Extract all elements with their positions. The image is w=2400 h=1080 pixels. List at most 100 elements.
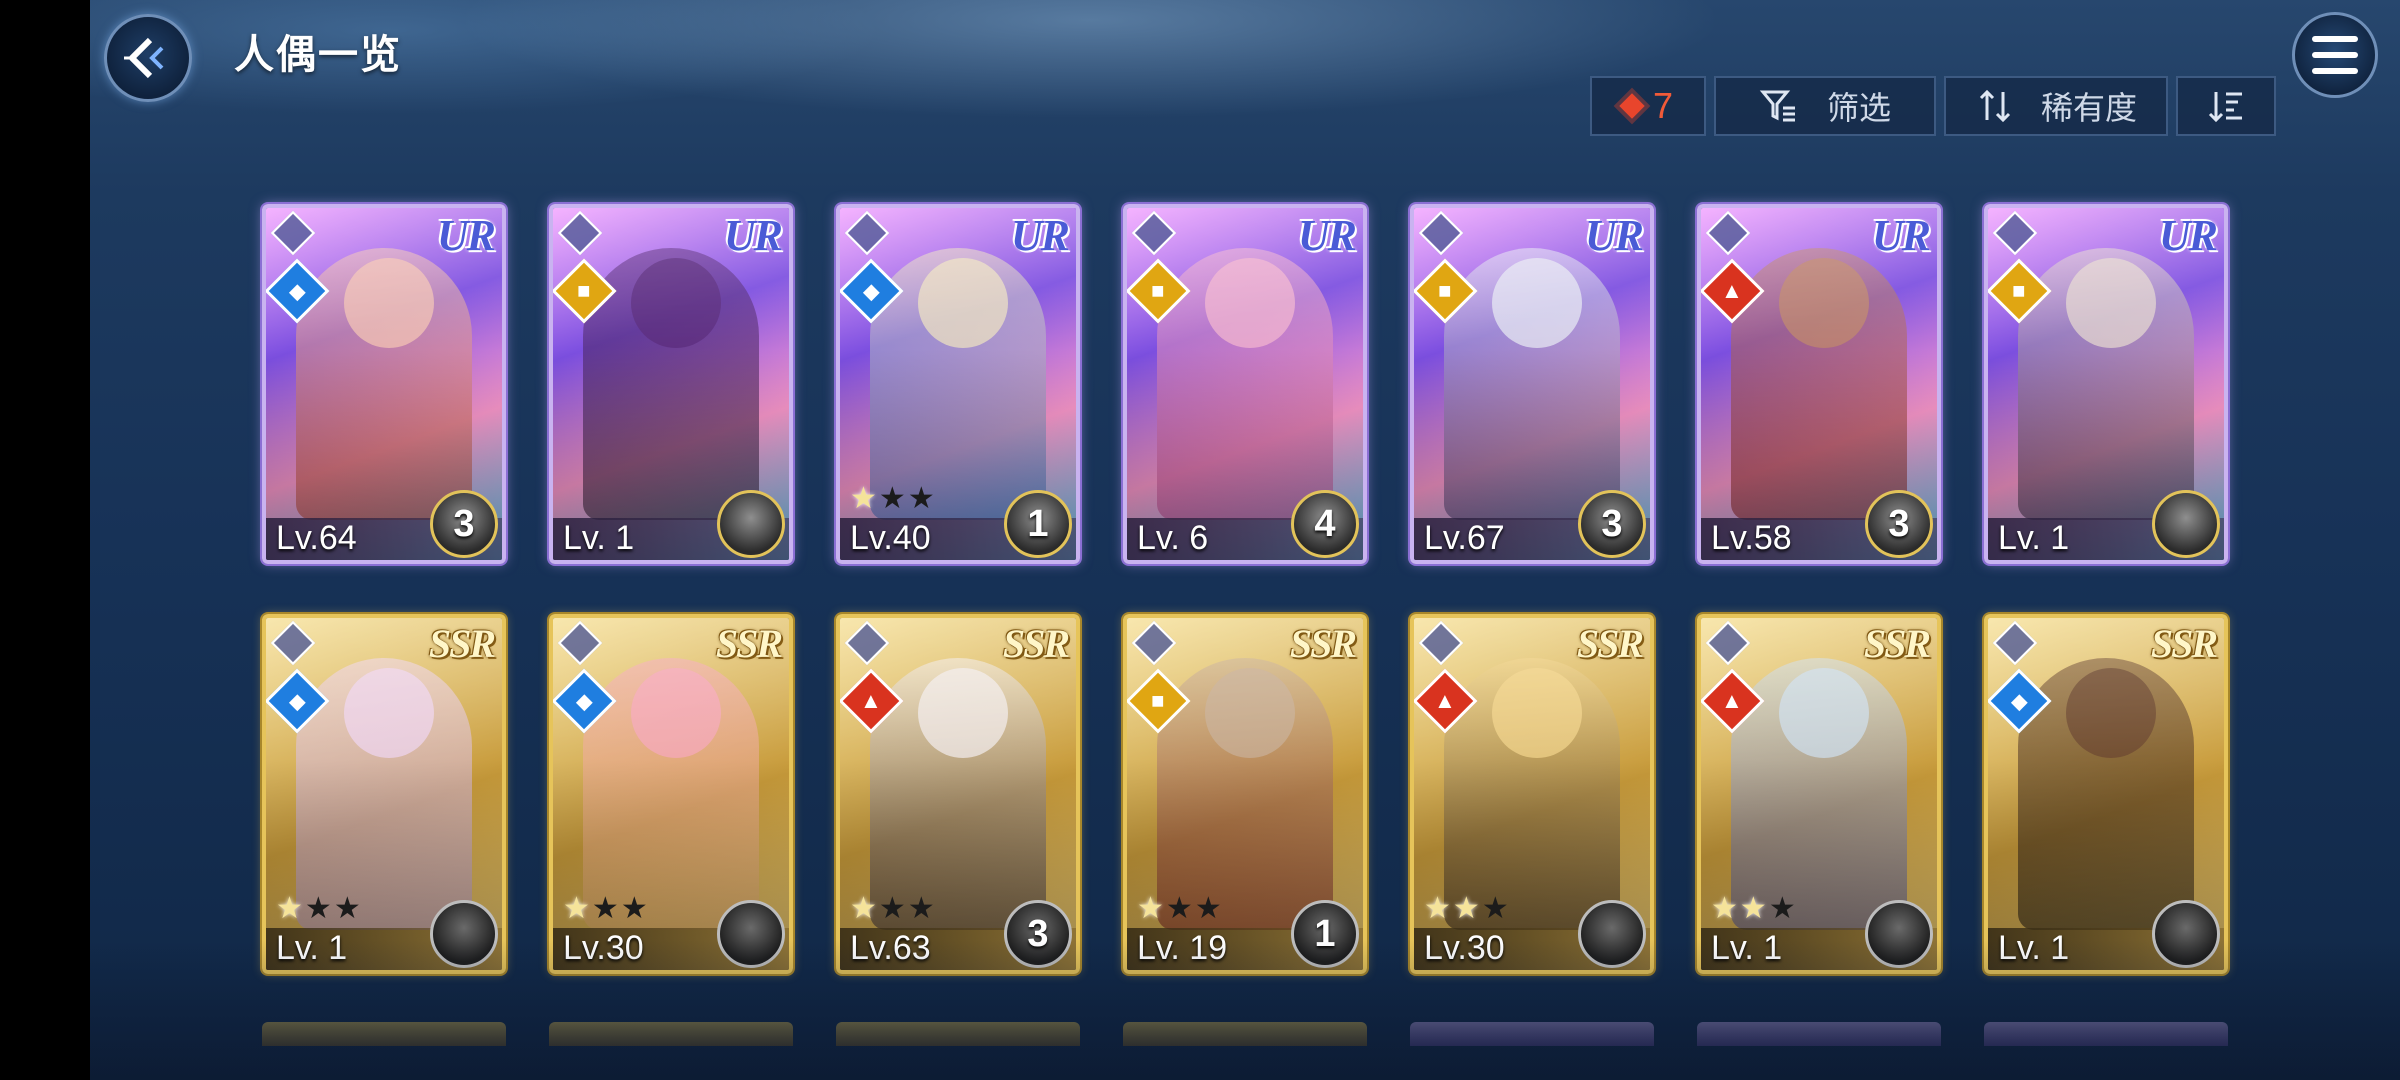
- star-icon: ★: [1165, 892, 1193, 925]
- next-row-card[interactable]: [549, 1022, 793, 1046]
- star-icon: ★: [1739, 892, 1767, 925]
- awaken-count: 3: [453, 502, 475, 545]
- rarity-label: UR: [723, 211, 783, 260]
- currency-count[interactable]: 7: [1590, 76, 1706, 136]
- character-card[interactable]: ▲ SSR ★ ★ ★ Lv. 1: [1697, 614, 1941, 974]
- star-icon: ★: [591, 892, 619, 925]
- rarity-label: SSR: [1576, 621, 1644, 666]
- next-row-card[interactable]: [1984, 1022, 2228, 1046]
- awaken-badge-icon: 3: [430, 490, 498, 558]
- character-card[interactable]: ◆ SSR ★ ★ ★ Lv.30: [549, 614, 793, 974]
- level-label: Lv.58: [1711, 519, 1792, 557]
- character-list-screen: 人偶一览 7 筛选 稀有度 ◆ UR Lv.64 3 ■ UR Lv. 1 ◆ …: [90, 0, 2400, 1080]
- awaken-badge-icon: [1578, 900, 1646, 968]
- star-icon: ★: [907, 892, 935, 925]
- sort-arrows-icon: [1979, 89, 2011, 123]
- star-icon: ★: [907, 482, 935, 515]
- star-icon: ★: [1137, 892, 1164, 925]
- rarity-label: UR: [1010, 211, 1070, 260]
- character-card[interactable]: ◆ SSR ★ ★ ★ Lv. 1: [262, 614, 506, 974]
- next-row-card[interactable]: [836, 1022, 1080, 1046]
- level-label: Lv.30: [563, 929, 644, 967]
- rarity-label: SSR: [1289, 621, 1357, 666]
- awaken-badge-icon: 1: [1004, 490, 1072, 558]
- level-label: Lv. 1: [1711, 929, 1783, 967]
- rarity-label: UR: [1871, 211, 1931, 260]
- level-label: Lv. 1: [1998, 519, 2070, 557]
- hamburger-icon: [2312, 36, 2358, 74]
- star-rating: ★ ★ ★: [1711, 891, 1796, 926]
- back-button[interactable]: [104, 14, 192, 102]
- left-black-bar: [0, 0, 90, 1080]
- awaken-badge-icon: [2152, 900, 2220, 968]
- character-card[interactable]: ■ UR Lv. 64: [1123, 204, 1367, 564]
- star-icon: ★: [1711, 892, 1738, 925]
- star-icon: ★: [1768, 892, 1796, 925]
- star-icon: ★: [276, 892, 303, 925]
- awaken-count: 3: [1888, 502, 1910, 545]
- level-label: Lv. 1: [563, 519, 635, 557]
- star-rating: ★ ★ ★: [1424, 891, 1509, 926]
- awaken-badge-icon: [717, 900, 785, 968]
- sort-label: 稀有度: [2040, 90, 2137, 126]
- level-label: Lv. 6: [1137, 519, 1209, 557]
- character-card[interactable]: ■ SSR ★ ★ ★ Lv. 19 1: [1123, 614, 1367, 974]
- star-icon: ★: [1452, 892, 1480, 925]
- awaken-badge-icon: [1865, 900, 1933, 968]
- menu-button[interactable]: [2292, 12, 2378, 98]
- star-rating: ★ ★ ★: [850, 891, 935, 926]
- awaken-badge-icon: 3: [1004, 900, 1072, 968]
- star-rating: ★ ★ ★: [563, 891, 648, 926]
- sort-descending-icon: [2208, 92, 2242, 123]
- toolbar: 7 筛选 稀有度: [1590, 76, 2276, 140]
- character-card[interactable]: ▲ UR Lv.58 3: [1697, 204, 1941, 564]
- awaken-count: 4: [1314, 502, 1336, 545]
- character-card[interactable]: ◆ SSR Lv. 1: [1984, 614, 2228, 974]
- level-label: Lv.30: [1424, 929, 1505, 967]
- level-label: Lv.40: [850, 519, 931, 557]
- filter-button[interactable]: 筛选: [1714, 76, 1936, 136]
- next-row-card[interactable]: [1697, 1022, 1941, 1046]
- character-card[interactable]: ▲ SSR ★ ★ ★ Lv.30: [1410, 614, 1654, 974]
- page-title: 人偶一览: [234, 33, 402, 77]
- next-row-card[interactable]: [262, 1022, 506, 1046]
- level-label: Lv.67: [1424, 519, 1505, 557]
- rarity-label: UR: [1297, 211, 1357, 260]
- star-icon: ★: [878, 482, 906, 515]
- star-icon: ★: [620, 892, 648, 925]
- star-icon: ★: [1481, 892, 1509, 925]
- level-label: Lv. 1: [1998, 929, 2070, 967]
- star-icon: ★: [1424, 892, 1451, 925]
- next-row-card[interactable]: [1123, 1022, 1367, 1046]
- sort-rarity-button[interactable]: 稀有度: [1944, 76, 2168, 136]
- awaken-count: 3: [1027, 912, 1049, 955]
- star-icon: ★: [850, 482, 877, 515]
- rarity-label: SSR: [1002, 621, 1070, 666]
- rarity-label: UR: [436, 211, 496, 260]
- awaken-count: 1: [1314, 912, 1336, 955]
- back-arrow-icon: [124, 37, 164, 79]
- filter-icon: [1759, 90, 1795, 122]
- awaken-badge-icon: 3: [1578, 490, 1646, 558]
- character-card[interactable]: ◆ UR Lv.64 3: [262, 204, 506, 564]
- star-rating: ★ ★ ★: [850, 481, 935, 516]
- character-card[interactable]: ▲ SSR ★ ★ ★ Lv.63 3: [836, 614, 1080, 974]
- awaken-badge-icon: [430, 900, 498, 968]
- star-icon: ★: [333, 892, 361, 925]
- character-card[interactable]: ■ UR Lv.67 3: [1410, 204, 1654, 564]
- star-rating: ★ ★ ★: [276, 891, 361, 926]
- awaken-badge-icon: 3: [1865, 490, 1933, 558]
- star-rating: ★ ★ ★: [1137, 891, 1222, 926]
- sort-order-button[interactable]: [2176, 76, 2276, 136]
- rarity-label: UR: [2158, 211, 2218, 260]
- character-card[interactable]: ■ UR Lv. 1: [1984, 204, 2228, 564]
- filter-label: 筛选: [1826, 90, 1891, 126]
- next-row-card[interactable]: [1410, 1022, 1654, 1046]
- star-icon: ★: [304, 892, 332, 925]
- rarity-label: SSR: [428, 621, 496, 666]
- character-card[interactable]: ◆ UR ★ ★ ★ Lv.40 1: [836, 204, 1080, 564]
- rarity-label: SSR: [1863, 621, 1931, 666]
- level-label: Lv. 1: [276, 929, 348, 967]
- character-card[interactable]: ■ UR Lv. 1: [549, 204, 793, 564]
- rarity-label: UR: [1584, 211, 1644, 260]
